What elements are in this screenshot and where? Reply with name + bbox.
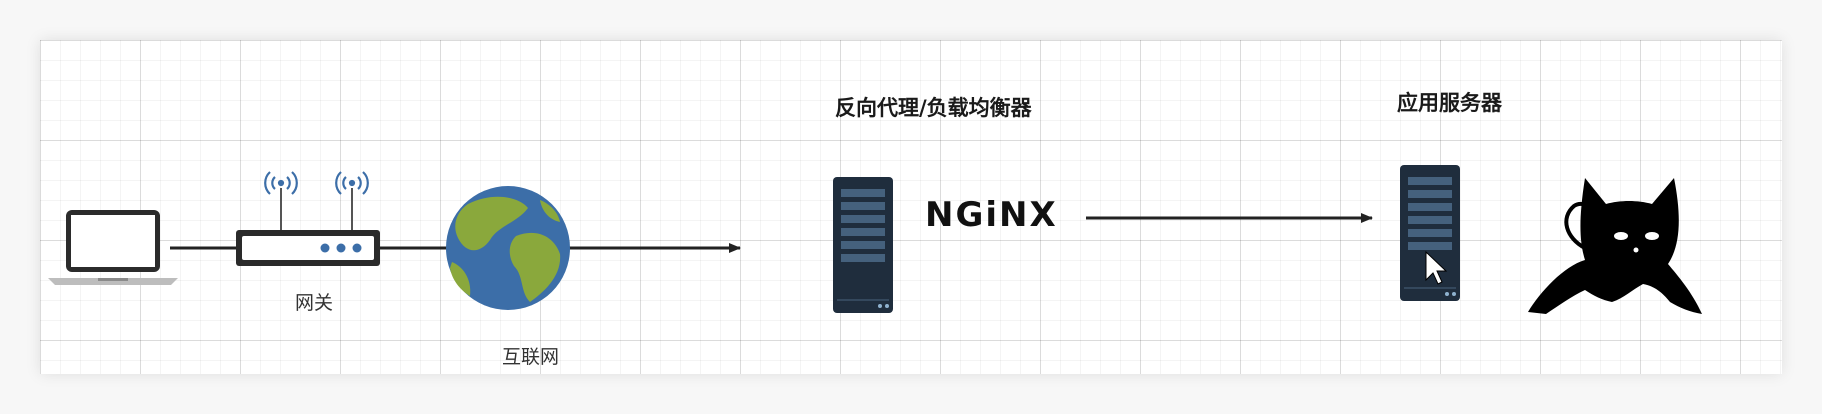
gateway-label: 网关 xyxy=(295,292,334,314)
nginx-logo: NGiNX xyxy=(925,195,1058,235)
laptop-icon xyxy=(48,210,178,285)
server-icon xyxy=(833,177,893,313)
globe-icon xyxy=(446,186,570,310)
proxy-label: 反向代理/负载均衡器 xyxy=(835,96,1032,120)
app-server-label: 应用服务器 xyxy=(1397,91,1502,115)
tomcat-icon xyxy=(1528,178,1702,314)
router-icon xyxy=(236,171,380,266)
diagram-canvas: 网关 互联网 反向代理/负载均衡器 应用服务器 NGiNX xyxy=(40,40,1782,374)
internet-label: 互联网 xyxy=(502,346,560,368)
diagram-graphics xyxy=(48,165,1702,314)
app-server-icon xyxy=(1400,165,1460,301)
